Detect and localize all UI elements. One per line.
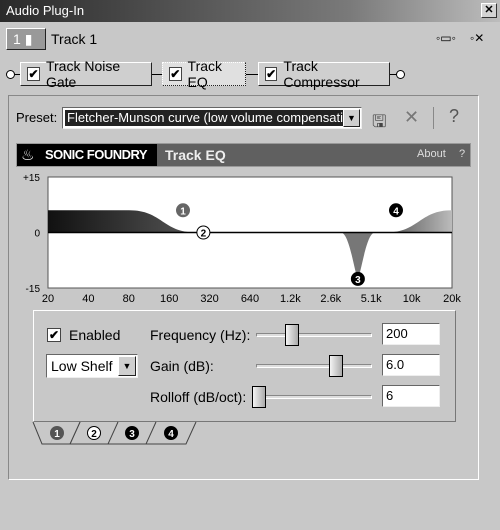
plugin-name: Track EQ <box>165 147 226 163</box>
band-tab-2[interactable]: 2 <box>87 426 101 441</box>
checkbox[interactable]: ✔ <box>47 328 61 342</box>
chain-connector <box>152 74 162 75</box>
rolloff-slider-thumb[interactable] <box>252 386 266 408</box>
chevron-down-icon[interactable]: ▼ <box>343 109 360 127</box>
chain-end-node <box>396 70 405 79</box>
close-button[interactable]: ✕ <box>481 3 497 18</box>
chain-connector <box>246 74 258 75</box>
brand-bar: SONIC FOUNDRY ♨ Track EQ About ? <box>16 143 471 167</box>
x-tick-label: 10k <box>403 293 421 305</box>
save-preset-icon[interactable]: 🖫 <box>372 109 386 138</box>
title-bar: Audio Plug-In <box>0 0 500 22</box>
help-icon[interactable]: ? <box>449 106 459 127</box>
remove-plugin-icon[interactable]: ◦✕ <box>470 31 484 45</box>
x-tick-label: 160 <box>160 293 178 305</box>
filter-type-value: Low Shelf <box>51 358 113 374</box>
band-tab-1[interactable]: 1 <box>50 426 64 441</box>
band-tab-4[interactable]: 4 <box>164 426 178 441</box>
track-name: Track 1 <box>51 31 98 47</box>
gain-label: Gain (dB): <box>150 358 214 374</box>
rolloff-slider[interactable] <box>256 395 372 399</box>
chain-label: Track Noise Gate <box>45 58 121 90</box>
rolloff-input[interactable]: 6 <box>382 385 440 407</box>
x-tick-label: 320 <box>200 293 218 305</box>
enabled-label: Enabled <box>69 327 121 343</box>
chain-item-compressor[interactable]: ✔ Track Compressor <box>258 58 390 90</box>
tab-label: 1 <box>54 429 60 440</box>
tab-label: 3 <box>129 429 135 440</box>
chain-item-track-eq[interactable]: ✔ Track EQ <box>162 58 246 90</box>
separator <box>433 107 434 129</box>
x-tick-label: 40 <box>82 293 94 305</box>
rolloff-label: Rolloff (dB/oct): <box>150 389 247 405</box>
track-number-button[interactable]: 1 ▮ <box>6 28 46 50</box>
gain-input[interactable]: 6.0 <box>382 354 440 376</box>
band-label: 3 <box>355 275 361 286</box>
preset-label: Preset: <box>16 110 58 125</box>
checkbox[interactable]: ✔ <box>27 67 40 81</box>
about-help[interactable]: ? <box>459 148 465 160</box>
band-label: 1 <box>180 206 186 217</box>
x-tick-label: 1.2k <box>280 293 301 305</box>
band-1-handle[interactable]: 1 <box>176 203 190 218</box>
frequency-input[interactable]: 200 <box>382 323 440 345</box>
x-tick-label: 5.1k <box>361 293 382 305</box>
speaker-icon: ▮ <box>24 31 33 47</box>
x-tick-label: 20k <box>443 293 461 305</box>
sonic-foundry-logo: SONIC FOUNDRY <box>17 144 157 166</box>
x-tick-label: 80 <box>123 293 135 305</box>
filter-type-dropdown[interactable]: Low Shelf ▼ <box>46 354 138 378</box>
band-label: 4 <box>393 206 399 217</box>
band-tabs: 1 2 3 4 <box>32 421 197 445</box>
chevron-down-icon[interactable]: ▼ <box>118 356 136 376</box>
checkbox[interactable]: ✔ <box>169 67 182 81</box>
frequency-label: Frequency (Hz): <box>150 327 251 343</box>
x-tick-label: 2.6k <box>320 293 341 305</box>
eq-graph[interactable]: +15 0 -1520 40 80 160 320 640 1.2k 2.6k 5.1k 10k 20k… <box>0 170 500 310</box>
preset-dropdown[interactable]: Fletcher-Munson curve (low volume compen… <box>62 107 362 129</box>
chain-start-node <box>6 70 15 79</box>
window-title: Audio Plug-In <box>6 3 85 18</box>
gain-slider-thumb[interactable] <box>329 355 343 377</box>
insert-plugin-icon[interactable]: ◦▭◦ <box>436 31 456 45</box>
tab-label: 4 <box>168 429 174 440</box>
y-tick-label: -15 <box>26 284 41 295</box>
chain-label: Track EQ <box>187 58 223 90</box>
band-tab-3[interactable]: 3 <box>125 426 139 441</box>
band-3-handle[interactable]: 3 <box>350 271 365 286</box>
band-4-handle[interactable]: 4 <box>389 203 403 218</box>
tab-label: 2 <box>91 429 97 440</box>
frequency-slider[interactable] <box>256 333 372 337</box>
chain-item-noise-gate[interactable]: ✔ Track Noise Gate <box>20 58 152 90</box>
enabled-checkbox[interactable]: ✔ Enabled <box>47 327 120 343</box>
y-tick-label: 0 <box>34 229 40 240</box>
x-tick-label: 20 <box>42 293 54 305</box>
y-tick-label: +15 <box>23 173 40 184</box>
band-label: 2 <box>201 229 207 240</box>
x-tick-label: 640 <box>241 293 259 305</box>
checkbox[interactable]: ✔ <box>265 67 278 81</box>
gain-slider[interactable] <box>256 364 372 368</box>
frequency-slider-thumb[interactable] <box>285 324 299 346</box>
track-number: 1 <box>13 31 21 47</box>
preset-value: Fletcher-Munson curve (low volume compen… <box>65 110 343 126</box>
chain-label: Track Compressor <box>283 58 360 90</box>
about-link[interactable]: About <box>417 148 446 160</box>
band-2-handle[interactable]: 2 <box>196 225 211 240</box>
logo-icon: ♨ <box>21 147 35 164</box>
delete-preset-icon[interactable]: ✕ <box>404 107 419 128</box>
